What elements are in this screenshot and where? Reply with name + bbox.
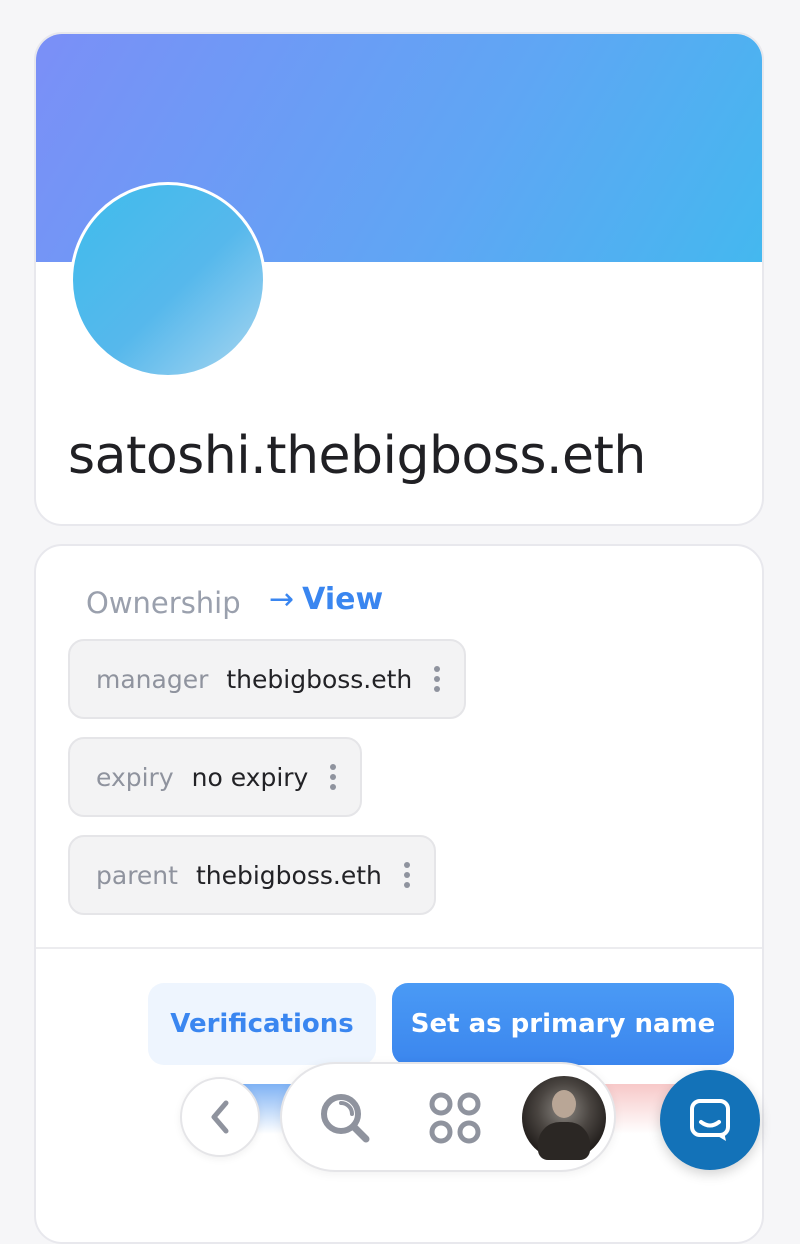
ownership-row-expiry[interactable]: expiry no expiry (68, 737, 363, 817)
row-value: no expiry (191, 762, 309, 792)
bottom-nav (280, 1062, 616, 1172)
divider (36, 947, 762, 949)
ownership-row-parent[interactable]: parent thebigboss.eth (68, 835, 436, 915)
set-primary-name-button[interactable]: Set as primary name (392, 983, 734, 1065)
search-icon[interactable] (318, 1091, 372, 1145)
verifications-button[interactable]: Verifications (148, 983, 376, 1065)
row-key: expiry (96, 762, 174, 792)
view-label: View (302, 582, 384, 617)
chat-icon (690, 1099, 730, 1141)
profile-card: satoshi.thebigboss.eth (34, 32, 764, 526)
arrow-right-icon: → (269, 582, 295, 617)
row-value: thebigboss.eth (195, 860, 382, 890)
more-vertical-icon[interactable] (330, 764, 337, 790)
ownership-row-manager[interactable]: manager thebigboss.eth (68, 639, 467, 719)
row-key: manager (96, 664, 209, 694)
avatar-head (552, 1090, 576, 1118)
more-vertical-icon[interactable] (434, 666, 441, 692)
ownership-title: Ownership (86, 586, 241, 620)
row-key: parent (96, 860, 178, 890)
chat-button[interactable] (660, 1070, 760, 1170)
ownership-view-link[interactable]: → View (269, 582, 383, 617)
user-avatar[interactable] (522, 1076, 606, 1160)
row-value: thebigboss.eth (226, 664, 413, 694)
more-vertical-icon[interactable] (403, 862, 410, 888)
profile-name: satoshi.thebigboss.eth (68, 426, 646, 486)
avatar-body (538, 1122, 590, 1160)
back-button[interactable] (180, 1077, 260, 1157)
apps-icon[interactable] (427, 1090, 483, 1146)
profile-avatar (70, 182, 266, 378)
chevron-left-icon (211, 1100, 229, 1134)
